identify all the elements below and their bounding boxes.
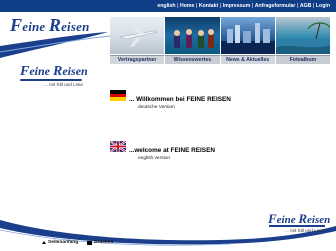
welcome-german-link[interactable]: ... Willkommen bei FEINE REISEN bbox=[129, 96, 231, 103]
tab-wissenswertes[interactable]: Wissenswertes bbox=[165, 55, 220, 64]
footer-links: Seitenanfang Drucken bbox=[42, 240, 113, 245]
logo-text: eisen bbox=[62, 64, 88, 78]
tab-news-aktuelles[interactable]: News & Aktuelles bbox=[220, 55, 275, 64]
page: english | Home | Kontakt | Impressum | Anfra… bbox=[0, 0, 336, 251]
header-photo-strip bbox=[110, 17, 330, 54]
nav-login-link[interactable]: Login bbox=[316, 2, 330, 10]
nav-impressum-link[interactable]: Impressum bbox=[223, 2, 251, 10]
nav-home-link[interactable]: Home bbox=[180, 2, 194, 10]
tab-fotoalbum[interactable]: Fotoalbum bbox=[275, 55, 330, 64]
main-tabs: Vertragspartner Wissenswertes News & Akt… bbox=[110, 55, 330, 64]
logo-letter: R bbox=[53, 64, 63, 79]
beach-photo bbox=[275, 17, 330, 54]
logo-letter: R bbox=[298, 211, 308, 226]
footer-logo-tagline: ... mit Stil und Linie bbox=[285, 228, 324, 233]
logo-underline bbox=[269, 225, 325, 227]
footer-logo: Feine Reisen ... mit Stil und Linie bbox=[265, 211, 330, 235]
nav-agb-link[interactable]: AGB bbox=[300, 2, 312, 10]
print-label: Drucken bbox=[94, 240, 114, 245]
uk-flag-icon[interactable] bbox=[110, 141, 126, 152]
logo-text: eine bbox=[22, 19, 49, 34]
top-nav: english | Home | Kontakt | Impressum | Anfra… bbox=[157, 2, 330, 10]
scroll-top-link[interactable]: Seitenanfang bbox=[42, 240, 78, 245]
people-photo bbox=[165, 17, 220, 54]
printer-icon bbox=[87, 240, 93, 245]
sidebar-logo-tagline: ... mit Stil und Linie bbox=[44, 82, 83, 87]
nav-english-link[interactable]: english bbox=[157, 2, 175, 10]
english-version-label: english version bbox=[138, 156, 170, 161]
arrow-up-icon bbox=[42, 241, 46, 244]
header-logo[interactable]: Feine Reisen bbox=[10, 15, 90, 36]
scroll-top-label: Seitenanfang bbox=[48, 240, 79, 245]
logo-letter: F bbox=[10, 15, 23, 35]
logo-letter: F bbox=[20, 64, 30, 79]
germany-flag-icon[interactable] bbox=[110, 90, 126, 101]
sidebar-logo: Feine Reisen ... mit Stil und Linie bbox=[12, 64, 88, 87]
welcome-english-link[interactable]: ...welcome at FEINE REISEN bbox=[129, 147, 215, 154]
german-version-label: deutsche Version bbox=[138, 105, 175, 110]
airplane-photo bbox=[110, 17, 165, 54]
nav-anfrageformular-link[interactable]: Anfrageformular bbox=[255, 2, 296, 10]
logo-letter: R bbox=[48, 15, 62, 35]
city-photo bbox=[220, 17, 275, 54]
logo-text: eisen bbox=[61, 19, 90, 34]
sidebar-logo-brand: Feine Reisen bbox=[20, 64, 88, 80]
logo-underline bbox=[20, 79, 82, 81]
logo-letter: F bbox=[268, 211, 277, 226]
print-link[interactable]: Drucken bbox=[87, 240, 113, 245]
nav-kontakt-link[interactable]: Kontakt bbox=[199, 2, 218, 10]
logo-text: eine bbox=[29, 64, 54, 78]
tab-vertragspartner[interactable]: Vertragspartner bbox=[110, 55, 165, 64]
